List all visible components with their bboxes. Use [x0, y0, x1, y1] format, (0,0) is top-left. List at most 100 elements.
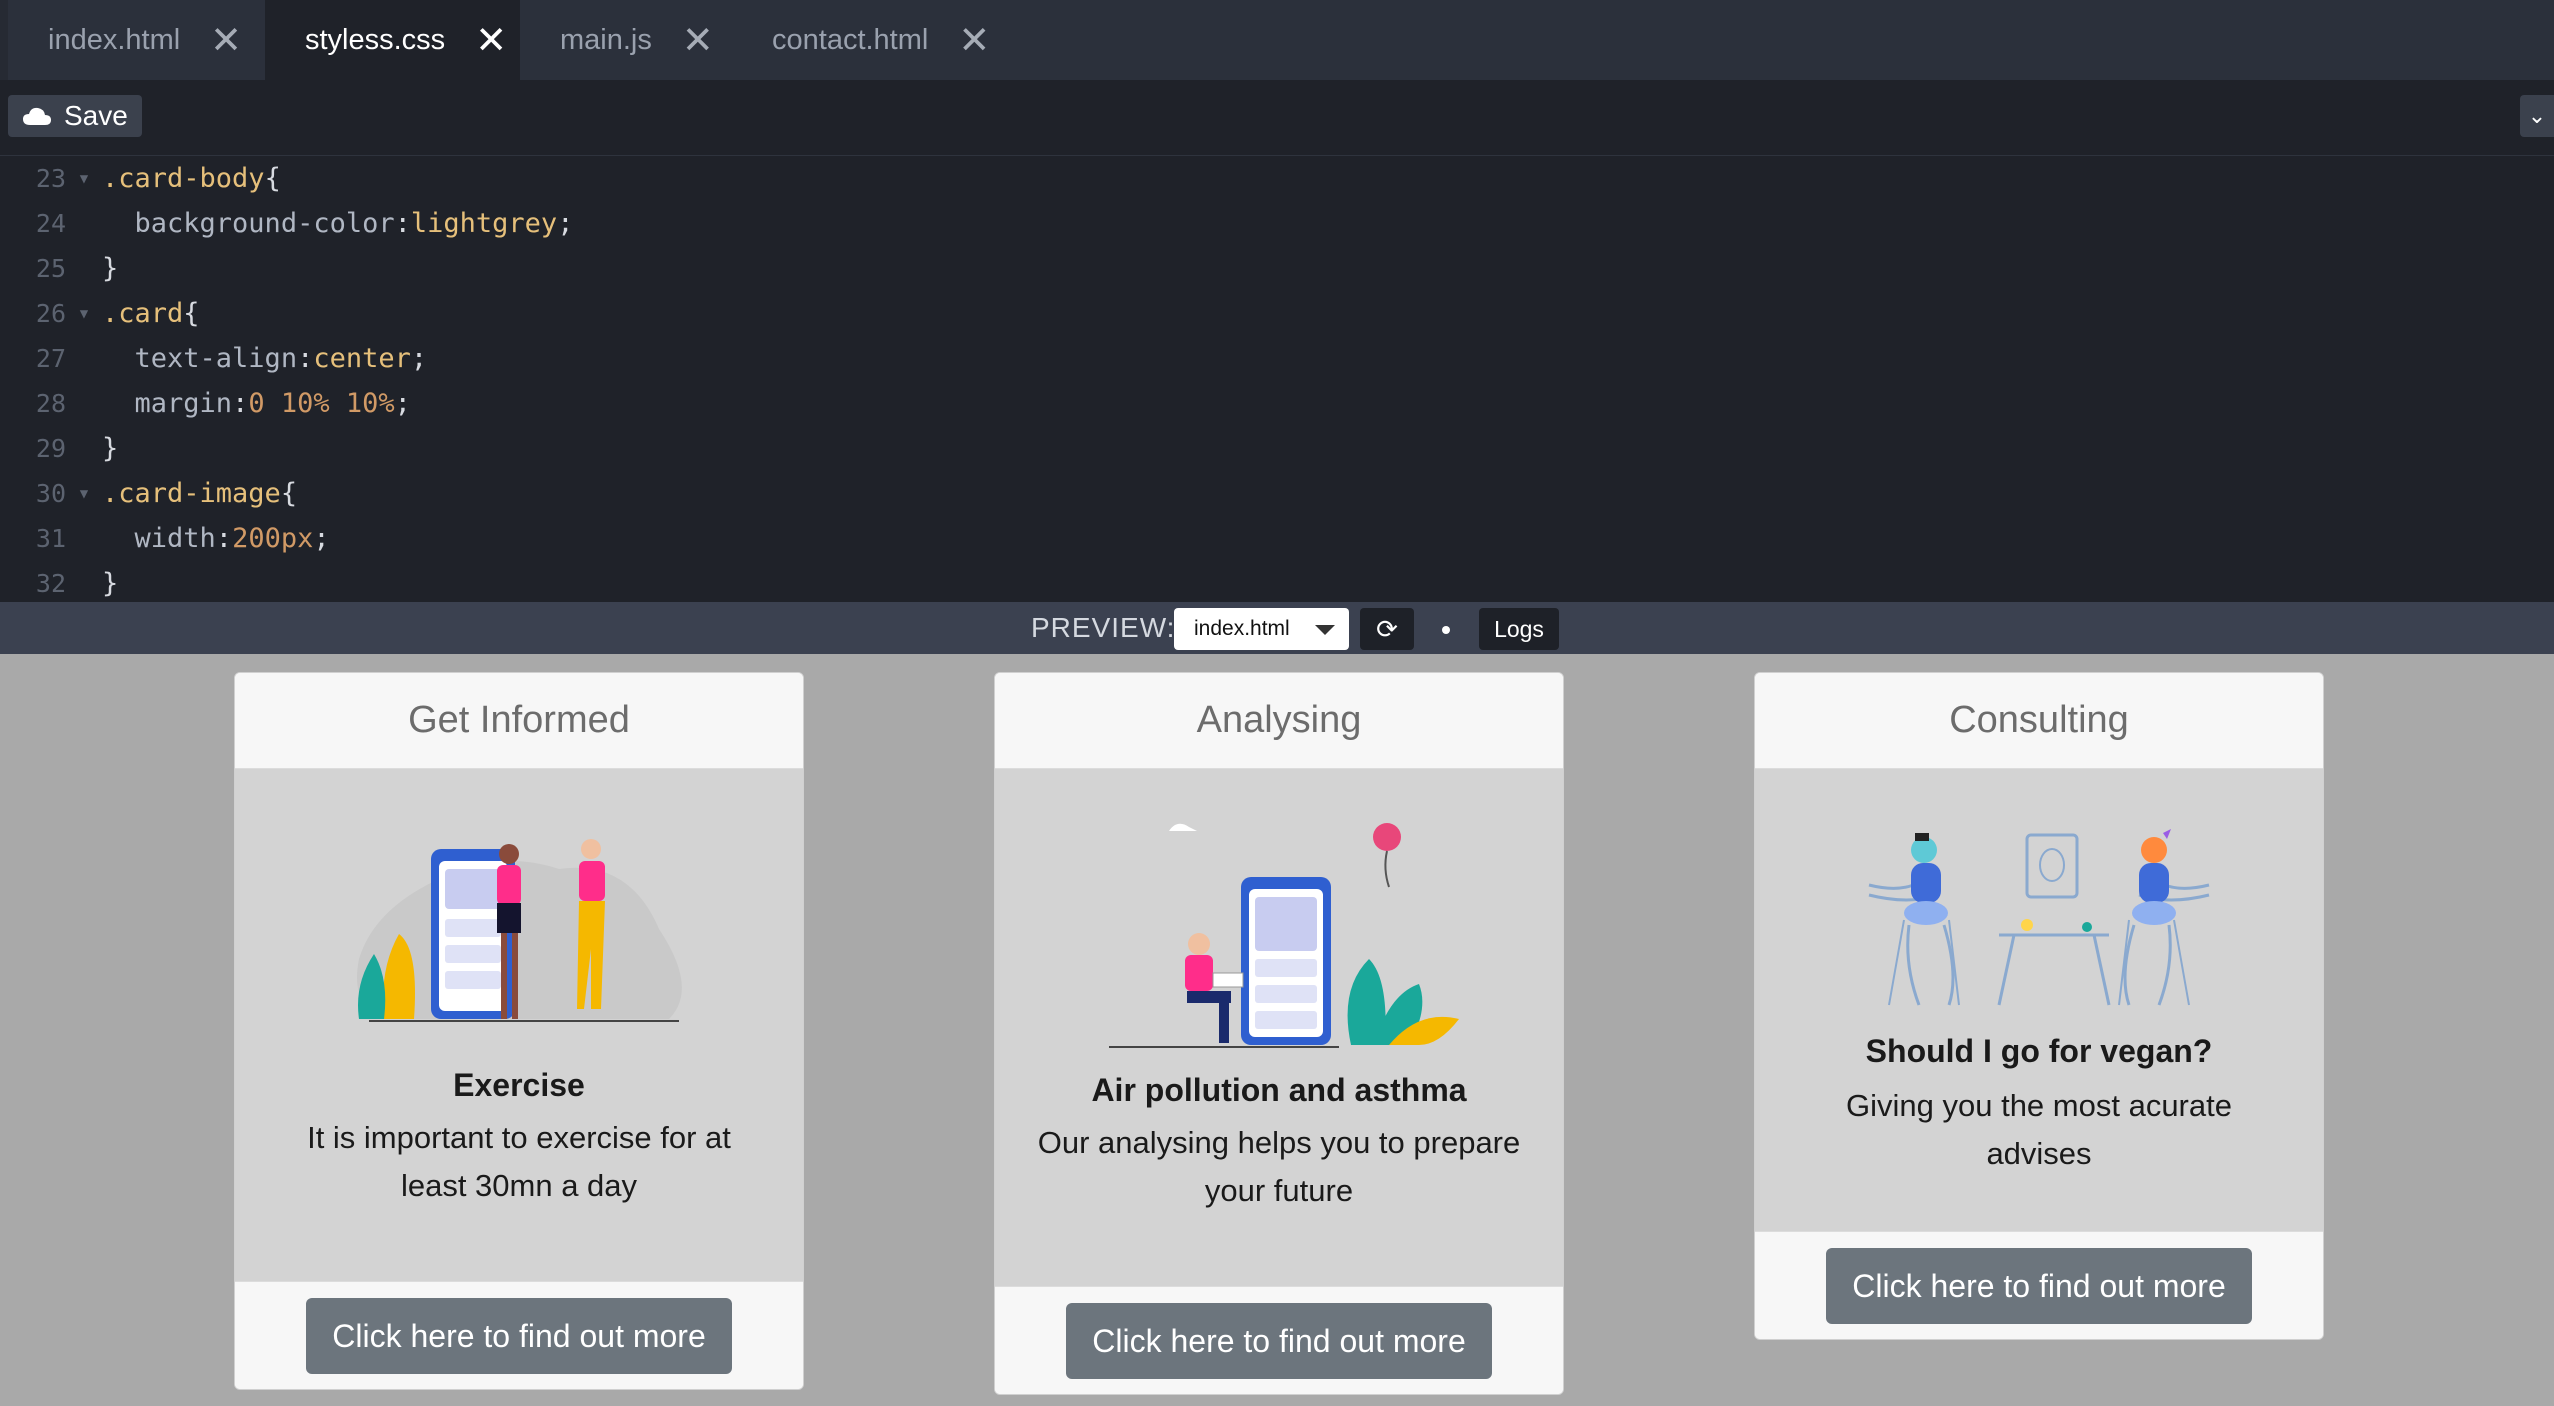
- card-consulting: Consulting Should I go for vegan? Giving…: [1754, 672, 2324, 1340]
- code-text: width:200px;: [102, 523, 330, 554]
- css-value: 0 10% 10%: [248, 388, 395, 419]
- code-editor[interactable]: 23 ▼ .card-body{ 24 background-color:lig…: [0, 156, 2554, 602]
- card-footer: Click here to find out more: [995, 1286, 1563, 1394]
- refresh-icon: ⟳: [1376, 613, 1398, 644]
- css-selector: .card: [102, 298, 184, 329]
- find-out-more-button[interactable]: Click here to find out more: [1826, 1248, 2252, 1324]
- tab-index-html[interactable]: index.html ✕: [0, 0, 265, 80]
- card-header: Consulting: [1755, 673, 2323, 769]
- brace: {: [183, 298, 200, 329]
- code-line: 29 }: [0, 426, 2554, 471]
- card-title: Air pollution and asthma: [1091, 1072, 1467, 1108]
- editor-toolbar: Save ⌄: [0, 80, 2554, 156]
- css-property: width: [134, 523, 216, 554]
- css-value: 200px: [232, 523, 314, 554]
- code-line: 24 background-color:lightgrey;: [0, 201, 2554, 246]
- close-tab-icon[interactable]: ✕: [210, 21, 242, 59]
- code-text: .card-body{: [102, 163, 281, 194]
- line-number: 28: [35, 389, 66, 418]
- exercise-illustration: [357, 839, 682, 1022]
- css-selector: .card-image: [102, 478, 281, 509]
- brace: }: [102, 568, 119, 599]
- code-line: 32 }: [0, 561, 2554, 606]
- fold-arrow-icon[interactable]: ▼: [66, 306, 102, 322]
- tab-label: styless.css: [305, 23, 446, 56]
- card-text: Giving you the most acurate advises: [1846, 1088, 2232, 1171]
- line-number: 26: [35, 299, 66, 328]
- fold-arrow-icon[interactable]: ▼: [66, 171, 102, 187]
- card-text: Our analysing helps you to prepare your …: [1037, 1125, 1521, 1208]
- code-line: 23 ▼ .card-body{: [0, 156, 2554, 201]
- card-body: Should I go for vegan? Giving you the mo…: [1755, 769, 2323, 1231]
- line-number: 24: [35, 209, 66, 238]
- card-body: Exercise It is important to exercise for…: [235, 769, 803, 1281]
- close-tab-icon[interactable]: ✕: [475, 21, 507, 59]
- brace: }: [102, 253, 119, 284]
- line-number: 25: [35, 254, 66, 283]
- colon: :: [394, 208, 411, 239]
- line-number: 32: [35, 569, 66, 598]
- fold-arrow-icon[interactable]: ▼: [66, 486, 102, 502]
- save-button[interactable]: Save: [8, 95, 142, 137]
- css-selector: .card-body: [102, 163, 265, 194]
- tab-main-js[interactable]: main.js ✕: [520, 0, 730, 80]
- logs-button[interactable]: Logs: [1479, 608, 1559, 650]
- preview-bar: PREVIEW: index.html ⟳ Logs: [0, 602, 2554, 654]
- line-number: 23: [35, 164, 66, 193]
- tab-contact-html[interactable]: contact.html ✕: [730, 0, 1015, 80]
- card-header: Get Informed: [235, 673, 803, 769]
- code-text: margin:0 10% 10%;: [102, 388, 411, 419]
- code-text: text-align:center;: [102, 343, 428, 374]
- semicolon: ;: [394, 388, 411, 419]
- card-get-informed: Get Informed Exercise It is important to…: [234, 672, 804, 1390]
- tab-styless-css[interactable]: styless.css ✕: [265, 0, 520, 80]
- refresh-button[interactable]: ⟳: [1360, 608, 1414, 650]
- save-label: Save: [64, 100, 128, 131]
- close-tab-icon[interactable]: ✕: [958, 21, 990, 59]
- css-property: margin: [134, 388, 233, 419]
- code-text: .card-image{: [102, 478, 297, 509]
- tabbar-edge: [0, 0, 8, 80]
- css-value: center: [313, 343, 411, 374]
- find-out-more-button[interactable]: Click here to find out more: [306, 1298, 732, 1374]
- find-out-more-button[interactable]: Click here to find out more: [1066, 1303, 1492, 1379]
- code-line: 28 margin:0 10% 10%;: [0, 381, 2554, 426]
- code-text: background-color:lightgrey;: [102, 208, 574, 239]
- caret-down-icon: [1315, 625, 1335, 635]
- colon: :: [215, 523, 233, 554]
- css-property: background-color: [134, 208, 395, 239]
- card-title: Exercise: [453, 1067, 585, 1103]
- css-value: lightgrey: [410, 208, 558, 239]
- tabbar-empty-space: [1015, 0, 2554, 80]
- card-analysing: Analysing Air pollution and asthma Our a…: [994, 672, 1564, 1395]
- code-text: .card{: [102, 298, 200, 329]
- line-number: 30: [35, 479, 66, 508]
- preview-file-select[interactable]: index.html: [1174, 608, 1349, 650]
- consulting-illustration: [1868, 829, 2210, 1006]
- preview-pane: Get Informed Exercise It is important to…: [0, 654, 2554, 1406]
- brace: {: [264, 163, 281, 194]
- chevron-down-icon[interactable]: ⌄: [2520, 95, 2554, 137]
- cloud-icon: [22, 106, 52, 126]
- semicolon: ;: [410, 343, 428, 374]
- code-line: 30 ▼ .card-image{: [0, 471, 2554, 516]
- preview-label: PREVIEW:: [1031, 612, 1176, 643]
- status-dot-icon: [1442, 626, 1450, 634]
- brace: {: [280, 478, 298, 509]
- tab-label: main.js: [560, 23, 652, 56]
- card-footer: Click here to find out more: [235, 1281, 803, 1389]
- card-title: Should I go for vegan?: [1865, 1033, 2213, 1069]
- card-text: It is important to exercise for at least…: [307, 1120, 731, 1203]
- card-body: Air pollution and asthma Our analysing h…: [995, 769, 1563, 1286]
- semicolon: ;: [557, 208, 574, 239]
- selected-file: index.html: [1194, 617, 1290, 640]
- line-number: 27: [35, 344, 66, 373]
- code-line: 25 }: [0, 246, 2554, 291]
- code-line: 26 ▼ .card{: [0, 291, 2554, 336]
- line-number: 29: [35, 434, 66, 463]
- close-tab-icon[interactable]: ✕: [682, 21, 714, 59]
- semicolon: ;: [313, 523, 330, 554]
- colon: :: [297, 343, 314, 374]
- card-footer: Click here to find out more: [1755, 1231, 2323, 1339]
- tab-label: contact.html: [772, 23, 929, 56]
